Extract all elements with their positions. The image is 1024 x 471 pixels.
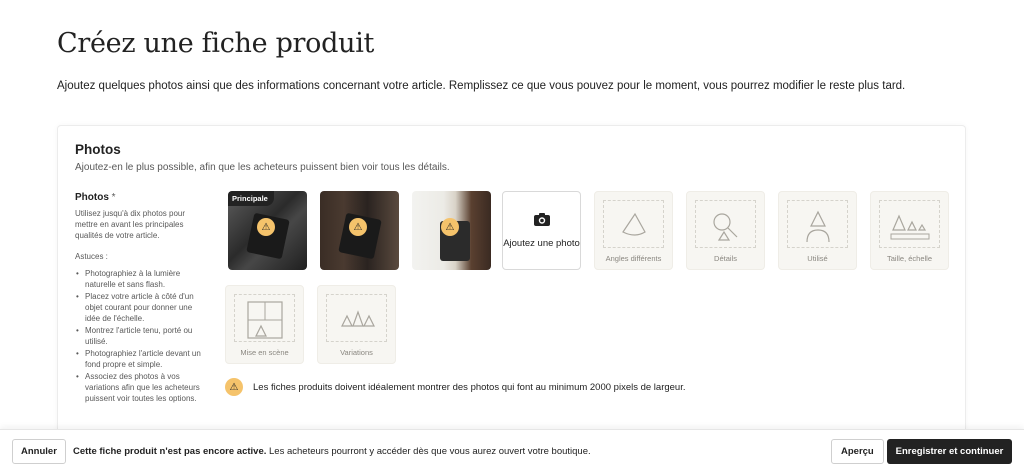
- placeholder-used[interactable]: Utilisé: [778, 191, 857, 270]
- warning-icon: ⚠: [225, 378, 243, 396]
- bottom-action-bar: Annuler Cette fiche produit n'est pas en…: [0, 429, 1024, 471]
- photo-thumbnail-2[interactable]: ⚠: [320, 191, 399, 270]
- placeholder-variations[interactable]: Variations: [317, 285, 396, 364]
- cancel-button[interactable]: Annuler: [12, 439, 66, 464]
- placeholder-angles[interactable]: Angles différents: [594, 191, 673, 270]
- placeholder-label: Détails: [714, 254, 737, 263]
- camera-icon: [533, 212, 551, 231]
- placeholder-staging[interactable]: Mise en scène: [225, 285, 304, 364]
- tips-title: Astuces :: [75, 252, 108, 261]
- tip-item: Photographiez à la lumière naturelle et …: [75, 268, 205, 290]
- tip-item: Associez des photos à vos variations afi…: [75, 371, 205, 404]
- status-detail: Les acheteurs pourront y accéder dès que…: [266, 446, 591, 457]
- tip-item: Photographiez l'article devant un fond p…: [75, 348, 205, 370]
- add-photo-button[interactable]: Ajoutez une photo: [502, 191, 581, 270]
- save-continue-button[interactable]: Enregistrer et continuer: [887, 439, 1012, 464]
- photo-thumbnail-3[interactable]: ⚠: [412, 191, 491, 270]
- status-bold: Cette fiche produit n'est pas encore act…: [73, 446, 267, 457]
- placeholder-label: Variations: [340, 348, 373, 357]
- required-mark: *: [111, 192, 116, 203]
- notice-text: Les fiches produits doivent idéalement m…: [253, 381, 686, 393]
- placeholder-label: Mise en scène: [240, 348, 289, 357]
- photos-hint: Utilisez jusqu'à dix photos pour mettre …: [75, 209, 186, 240]
- tip-item: Placez votre article à côté d'un objet c…: [75, 291, 205, 324]
- resolution-notice: ⚠ Les fiches produits doivent idéalement…: [225, 378, 686, 396]
- photos-card: Photos Ajoutez-en le plus possible, afin…: [57, 125, 966, 435]
- add-photo-label: Ajoutez une photo: [503, 237, 580, 249]
- placeholder-scale[interactable]: Taille, échelle: [870, 191, 949, 270]
- section-title: Photos: [75, 142, 121, 157]
- photos-label: Photos *: [75, 192, 116, 203]
- placeholder-details[interactable]: Détails: [686, 191, 765, 270]
- warning-icon: ⚠: [349, 218, 367, 236]
- page-subtitle: Ajoutez quelques photos ainsi que des in…: [57, 80, 906, 92]
- page-title: Créez une fiche produit: [57, 28, 375, 59]
- tips-list: Photographiez à la lumière naturelle et …: [75, 268, 205, 404]
- warning-icon: ⚠: [441, 218, 459, 236]
- placeholder-label: Angles différents: [605, 254, 662, 263]
- photo-thumbnail-1[interactable]: Principale ⚠: [228, 191, 307, 270]
- tip-item: Montrez l'article tenu, porté ou utilisé…: [75, 325, 205, 347]
- placeholder-label: Taille, échelle: [886, 254, 933, 263]
- main-photo-badge: Principale: [228, 191, 274, 206]
- placeholder-label: Utilisé: [807, 254, 828, 263]
- preview-button[interactable]: Aperçu: [831, 439, 884, 464]
- section-description: Ajoutez-en le plus possible, afin que le…: [75, 162, 450, 173]
- listing-status: Cette fiche produit n'est pas encore act…: [73, 446, 591, 457]
- warning-icon: ⚠: [257, 218, 275, 236]
- photos-guidance: Photos * Utilisez jusqu'à dix photos pou…: [75, 192, 205, 405]
